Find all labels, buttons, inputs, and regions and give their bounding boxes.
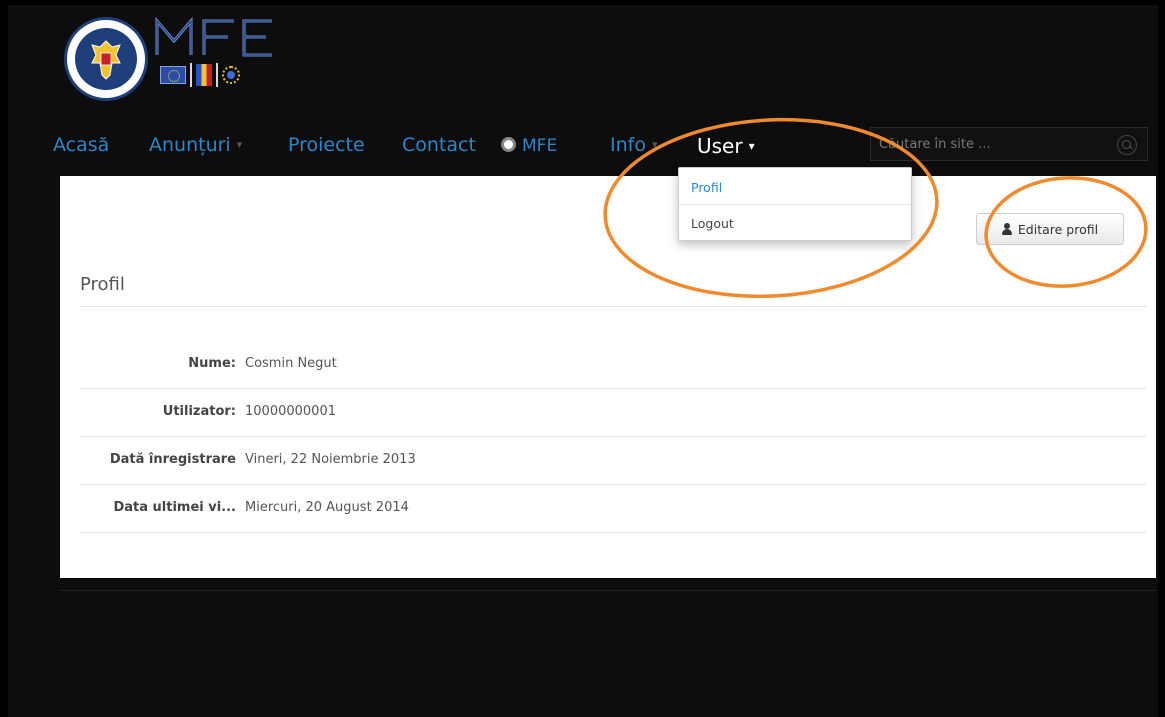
edit-profile-label: Editare profil — [1017, 221, 1099, 237]
field-value: Miercuri, 20 August 2014 — [245, 500, 409, 515]
chevron-down-icon: ▾ — [236, 138, 243, 151]
nav-item-proiecte[interactable]: Proiecte — [288, 134, 365, 156]
partner-flags — [160, 63, 240, 87]
search-input[interactable] — [871, 128, 1101, 160]
coat-of-arms-icon — [75, 28, 137, 90]
nav-label: MFE — [522, 136, 558, 156]
romania-seal-logo[interactable] — [64, 17, 148, 101]
flag-divider — [216, 63, 218, 87]
mfe-logo-text[interactable] — [154, 15, 280, 59]
field-label: Dată înregistrare — [109, 452, 236, 467]
nav-label: Contact — [402, 134, 476, 156]
divider — [80, 306, 1146, 307]
nav-label: Acasă — [53, 134, 110, 156]
profile-row-username: Utilizator: 10000000001 — [80, 389, 1146, 437]
field-label: Data ultimei vi... — [113, 500, 236, 515]
flag-divider — [190, 63, 192, 87]
nav-item-mfe[interactable]: MFE — [501, 136, 557, 156]
nav-label: Anunțuri — [149, 134, 231, 156]
search-icon[interactable] — [1117, 135, 1137, 155]
menu-item-profil[interactable]: Profil — [679, 170, 911, 204]
star-circle-icon — [222, 66, 240, 84]
user-dropdown-menu: Profil Logout — [678, 167, 912, 241]
nav-item-acasa[interactable]: Acasă — [53, 134, 109, 156]
profile-row-registration-date: Dată înregistrare Vineri, 22 Noiembrie 2… — [80, 437, 1146, 485]
field-value: 10000000001 — [245, 404, 336, 419]
field-label: Nume: — [188, 356, 236, 371]
field-value: Cosmin Negut — [245, 356, 337, 371]
footer-divider — [60, 590, 1156, 591]
profile-row-name: Nume: Cosmin Negut — [80, 341, 1146, 389]
profile-row-last-visit: Data ultimei vi... Miercuri, 20 August 2… — [80, 485, 1146, 533]
profile-panel: Editare profil Profil Nume: Cosmin Negut… — [60, 176, 1156, 578]
nav-item-user[interactable]: User ▾ — [697, 134, 755, 158]
eu-flag-icon — [160, 66, 186, 84]
nav-label: Info — [610, 134, 646, 156]
page-title: Profil — [80, 274, 125, 295]
field-label: Utilizator: — [162, 404, 236, 419]
nav-label: User — [697, 134, 743, 158]
field-value: Vineri, 22 Noiembrie 2013 — [245, 452, 416, 467]
edit-profile-button[interactable]: Editare profil — [976, 213, 1124, 245]
romania-flag-icon — [196, 64, 212, 86]
menu-divider — [679, 204, 911, 205]
nav-item-info[interactable]: Info ▾ — [610, 134, 658, 156]
chevron-down-icon: ▾ — [748, 139, 755, 153]
chevron-down-icon: ▾ — [651, 138, 658, 151]
search-box — [870, 127, 1148, 161]
user-icon — [1001, 223, 1012, 235]
menu-item-logout[interactable]: Logout — [679, 206, 911, 240]
mfe-seal-icon — [501, 137, 516, 152]
nav-item-contact[interactable]: Contact — [402, 134, 476, 156]
nav-item-anunturi[interactable]: Anunțuri ▾ — [149, 134, 242, 156]
main-navbar: Acasă Anunțuri ▾ Proiecte Contact MFE Inf… — [8, 127, 1158, 167]
browser-viewport: Acasă Anunțuri ▾ Proiecte Contact MFE Inf… — [8, 5, 1158, 717]
nav-label: Proiecte — [288, 134, 365, 156]
